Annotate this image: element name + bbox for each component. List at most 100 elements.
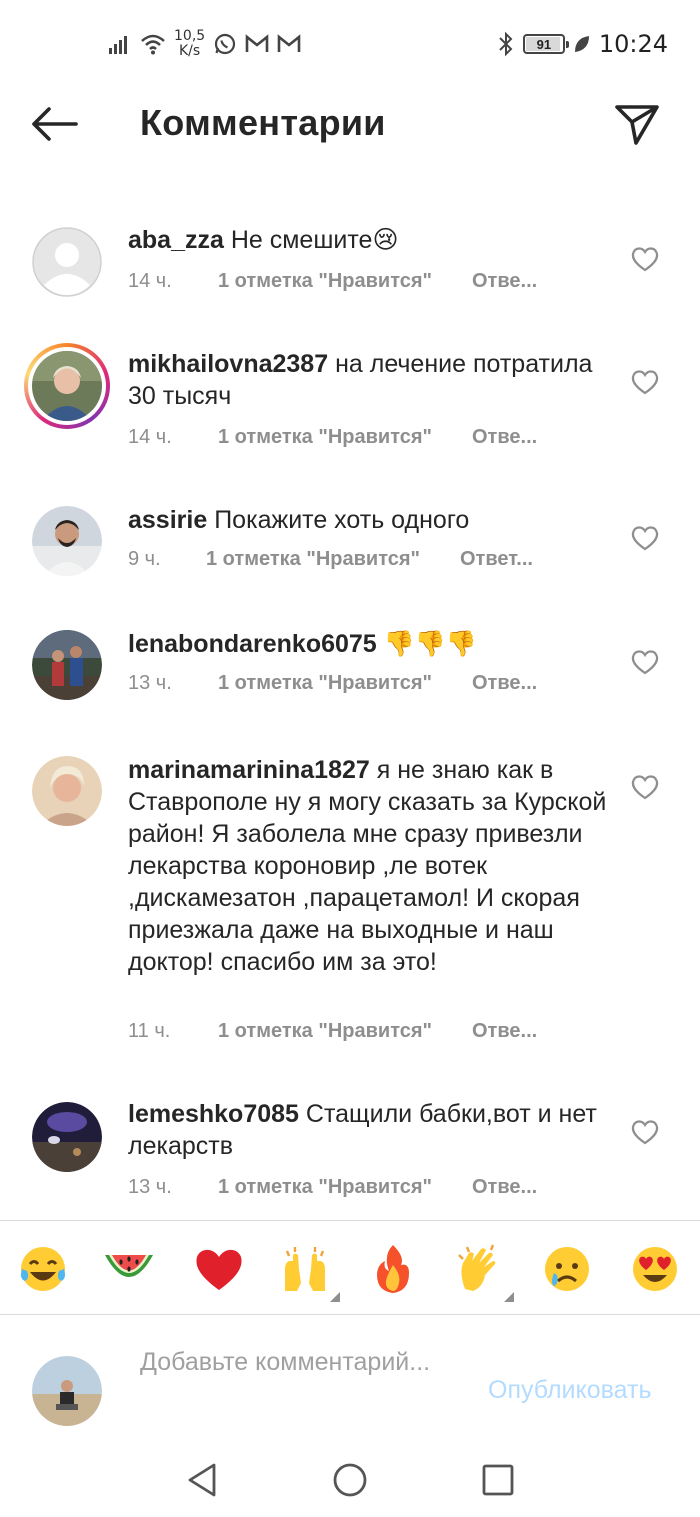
divider bbox=[0, 1314, 700, 1315]
comment-username[interactable]: assirie bbox=[128, 506, 207, 534]
divider bbox=[0, 1220, 700, 1221]
comment-username[interactable]: lemeshko7085 bbox=[128, 1100, 299, 1128]
comment-text: mikhailovna2387 на лечение потратила 30 … bbox=[128, 348, 618, 412]
heart-icon[interactable] bbox=[630, 648, 660, 676]
comment-likes[interactable]: 1 отметка "Нравится" bbox=[218, 270, 432, 293]
comment-meta: 14 ч. 1 отметка "Нравится" Отве... bbox=[128, 270, 537, 293]
gmail-icon-2 bbox=[277, 34, 301, 52]
comment-message: Покажите хоть одного bbox=[214, 506, 470, 534]
comment-likes[interactable]: 1 отметка "Нравится" bbox=[218, 1176, 432, 1199]
reply-button[interactable]: Отве... bbox=[472, 426, 537, 449]
status-bar: 10,5 K/s 91 10:24 bbox=[0, 0, 700, 88]
comment-time: 11 ч. bbox=[128, 1020, 171, 1042]
emoji-laughing-button[interactable] bbox=[14, 1240, 72, 1298]
crying-face-icon bbox=[545, 1247, 589, 1291]
comment-time: 14 ч. bbox=[128, 426, 172, 448]
raising-hands-icon bbox=[285, 1247, 325, 1291]
comment-username[interactable]: marinamarinina1827 bbox=[128, 756, 370, 784]
default-avatar-icon bbox=[32, 227, 102, 297]
current-user-avatar bbox=[32, 1356, 102, 1426]
comment-time: 13 ч. bbox=[128, 1176, 172, 1198]
avatar-photo bbox=[32, 1102, 102, 1172]
avatar[interactable] bbox=[32, 227, 102, 297]
avatar-photo bbox=[32, 1356, 102, 1426]
comment-likes[interactable]: 1 отметка "Нравится" bbox=[206, 548, 420, 571]
clock: 10:24 bbox=[598, 30, 668, 58]
comment-text: marinamarinina1827 я не знаю как в Ставр… bbox=[128, 754, 618, 978]
comment-username[interactable]: aba_zza bbox=[128, 226, 224, 254]
avatar-photo bbox=[32, 506, 102, 576]
emoji-watermelon-button[interactable] bbox=[100, 1240, 158, 1298]
comment-meta: 11 ч. 1 отметка "Нравится" Отве... bbox=[128, 1020, 537, 1043]
emoji-heart-eyes-button[interactable] bbox=[626, 1240, 684, 1298]
avatar-photo bbox=[32, 756, 102, 826]
emoji-quick-bar bbox=[0, 1232, 700, 1308]
reply-button[interactable]: Отве... bbox=[472, 672, 537, 695]
emoji-raising-hands-button[interactable] bbox=[276, 1240, 340, 1302]
avatar-inner bbox=[28, 347, 106, 425]
nav-recents-button[interactable] bbox=[472, 1454, 524, 1506]
reply-button[interactable]: Отве... bbox=[472, 1176, 537, 1199]
crying-face-emoji: 😢 bbox=[372, 225, 399, 254]
reply-button[interactable]: Отве... bbox=[472, 1020, 537, 1043]
comment-username[interactable]: lenabondarenko6075 bbox=[128, 630, 377, 658]
comment-text: lenabondarenko6075 👎👎👎 bbox=[128, 628, 618, 660]
fire-icon bbox=[377, 1245, 409, 1293]
publish-button[interactable]: Опубликовать bbox=[488, 1376, 651, 1405]
red-heart-icon bbox=[196, 1249, 242, 1290]
square-recents-icon bbox=[482, 1464, 514, 1496]
comment-time: 13 ч. bbox=[128, 672, 172, 694]
face-with-tears-of-joy-icon bbox=[21, 1247, 65, 1291]
network-speed: 10,5 K/s bbox=[174, 29, 205, 59]
comment-meta: 13 ч. 1 отметка "Нравится" Отве... bbox=[128, 672, 537, 695]
back-button[interactable] bbox=[28, 102, 80, 146]
comment-likes[interactable]: 1 отметка "Нравится" bbox=[218, 1020, 432, 1043]
nav-back-button[interactable] bbox=[176, 1454, 228, 1506]
heart-icon[interactable] bbox=[630, 524, 660, 552]
comment-text: assirie Покажите хоть одного bbox=[128, 504, 618, 536]
comment-input[interactable]: Добавьте комментарий... bbox=[140, 1346, 470, 1378]
avatar-story-ring[interactable] bbox=[24, 343, 110, 429]
avatar[interactable] bbox=[32, 630, 102, 700]
status-bar-right: 91 10:24 bbox=[497, 26, 668, 62]
clapping-hands-icon bbox=[458, 1244, 496, 1291]
arrow-left-icon bbox=[32, 107, 78, 141]
nav-home-button[interactable] bbox=[324, 1454, 376, 1506]
emoji-heart-button[interactable] bbox=[190, 1240, 248, 1298]
comment-meta: 9 ч. 1 отметка "Нравится" Ответ... bbox=[128, 548, 533, 571]
avatar-photo bbox=[32, 351, 102, 421]
avatar[interactable] bbox=[32, 1102, 102, 1172]
whatsapp-icon bbox=[215, 33, 236, 55]
heart-icon[interactable] bbox=[630, 773, 660, 801]
avatar[interactable] bbox=[32, 506, 102, 576]
share-button[interactable] bbox=[610, 100, 664, 150]
avatar[interactable] bbox=[32, 756, 102, 826]
paper-plane-icon bbox=[615, 105, 659, 145]
signal-icon bbox=[109, 36, 127, 54]
avatar-photo bbox=[32, 630, 102, 700]
emoji-clapping-button[interactable] bbox=[450, 1240, 514, 1302]
heart-icon[interactable] bbox=[630, 245, 660, 273]
emoji-fire-button[interactable] bbox=[364, 1240, 422, 1298]
comment-meta: 14 ч. 1 отметка "Нравится" Отве... bbox=[128, 426, 537, 449]
comment-message: Не смешите bbox=[230, 226, 373, 254]
comment-time: 14 ч. bbox=[128, 270, 172, 292]
comment-likes[interactable]: 1 отметка "Нравится" bbox=[218, 672, 432, 695]
thumbs-down-emoji: 👎👎👎 bbox=[383, 629, 478, 658]
watermelon-icon bbox=[105, 1255, 153, 1277]
comment-username[interactable]: mikhailovna2387 bbox=[128, 350, 328, 378]
heart-icon[interactable] bbox=[630, 368, 660, 396]
reply-button[interactable]: Ответ... bbox=[460, 548, 533, 571]
leaf-icon bbox=[574, 36, 589, 52]
skin-tone-indicator bbox=[330, 1292, 340, 1302]
emoji-crying-button[interactable] bbox=[538, 1240, 596, 1298]
circle-home-icon bbox=[333, 1463, 367, 1497]
comment-likes[interactable]: 1 отметка "Нравится" bbox=[218, 426, 432, 449]
page-title: Комментарии bbox=[140, 102, 386, 143]
comment-time: 9 ч. bbox=[128, 548, 161, 570]
header: Комментарии bbox=[0, 88, 700, 162]
heart-icon[interactable] bbox=[630, 1118, 660, 1146]
network-speed-value: 10,5 bbox=[174, 28, 206, 44]
battery-indicator: 91 bbox=[522, 34, 569, 54]
reply-button[interactable]: Отве... bbox=[472, 270, 537, 293]
